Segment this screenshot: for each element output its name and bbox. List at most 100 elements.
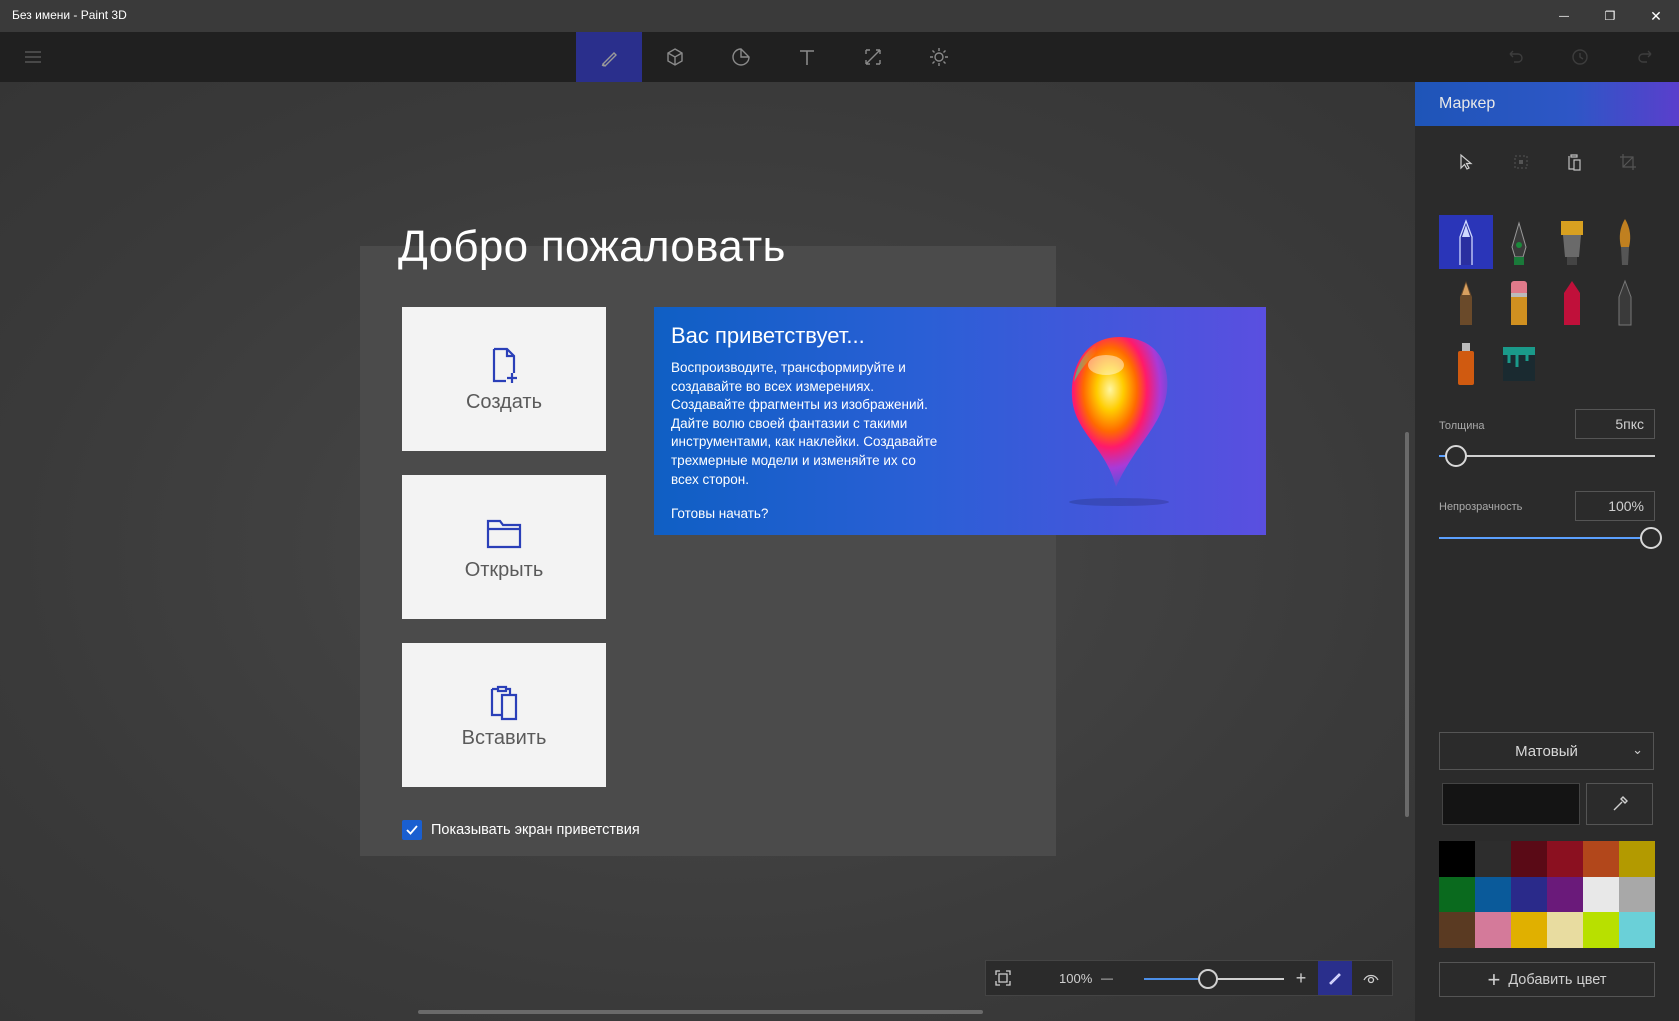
panel-header: Маркер [1415, 82, 1679, 126]
finish-dropdown[interactable]: Матовый ⌄ [1439, 732, 1654, 770]
promo-body: Воспроизводите, трансформируйте и создав… [671, 360, 938, 487]
tab-effects[interactable] [906, 32, 972, 82]
open-tile[interactable]: Открыть [402, 475, 606, 619]
palette-swatch[interactable] [1619, 876, 1655, 913]
redo-button[interactable] [1613, 32, 1679, 82]
thickness-label: Толщина [1439, 420, 1485, 432]
chevron-down-icon: ⌄ [1632, 742, 1643, 757]
canvas-icon [865, 49, 881, 65]
close-button[interactable]: ✕ [1633, 0, 1679, 32]
palette-swatch[interactable] [1583, 841, 1619, 877]
window-title: Без имени - Paint 3D [12, 8, 127, 22]
clipboard-icon [490, 685, 518, 720]
zoom-out-button[interactable]: — [1090, 961, 1124, 995]
brush-calligraphy-pen[interactable] [1492, 215, 1546, 269]
horizontal-scrollbar[interactable] [418, 1010, 983, 1014]
history-icon [1572, 49, 1588, 65]
menu-button[interactable] [0, 32, 66, 82]
create-tile[interactable]: Создать [402, 307, 606, 451]
zoom-slider-thumb[interactable] [1198, 969, 1219, 989]
brush-marker[interactable] [1439, 215, 1493, 269]
palette-swatch[interactable] [1475, 841, 1511, 877]
palette-swatch[interactable] [1475, 876, 1511, 913]
eyedropper-button[interactable] [1586, 783, 1653, 825]
marker-icon [1459, 219, 1473, 265]
thickness-slider-thumb[interactable] [1445, 445, 1468, 467]
zoom-in-button[interactable]: + [1284, 961, 1318, 995]
brush-fill[interactable] [1492, 335, 1546, 389]
palette-swatch[interactable] [1583, 876, 1619, 913]
brush-crayon[interactable] [1545, 275, 1599, 329]
oil-brush-icon [1561, 221, 1583, 265]
spray-can-icon [1458, 343, 1474, 385]
opacity-label: Непрозрачность [1439, 501, 1523, 513]
brush-pencil[interactable] [1439, 275, 1493, 329]
paint3d-logo [1069, 337, 1169, 506]
palette-swatch[interactable] [1619, 841, 1655, 877]
select-area-icon [1514, 155, 1528, 169]
fit-screen-icon [995, 970, 1011, 986]
undo-button[interactable] [1482, 32, 1548, 82]
show-welcome-option[interactable]: Показывать экран приветствия [402, 820, 640, 840]
brush-spray-can[interactable] [1439, 335, 1493, 389]
draw-mode-button[interactable] [1318, 961, 1352, 995]
view-3d-button[interactable] [1354, 961, 1388, 995]
palette-swatch[interactable] [1439, 876, 1475, 913]
palette-swatch[interactable] [1439, 841, 1475, 877]
palette-swatch[interactable] [1511, 841, 1547, 877]
tab-3d-shapes[interactable] [642, 32, 708, 82]
palette-swatch[interactable] [1511, 876, 1547, 913]
watercolor-icon [1619, 219, 1631, 265]
paste-tile[interactable]: Вставить [402, 643, 606, 787]
brush-pixel-pen[interactable] [1598, 275, 1652, 329]
thickness-slider-track[interactable] [1439, 455, 1655, 457]
thickness-input[interactable]: 5пкс [1575, 409, 1655, 439]
crop-icon [1620, 154, 1636, 170]
add-color-label: Добавить цвет [1508, 971, 1607, 988]
stickers-icon [732, 48, 750, 66]
title-bar: Без имени - Paint 3D — ❐ ✕ [0, 0, 1679, 32]
fit-to-screen-button[interactable] [986, 961, 1020, 995]
palette-swatch[interactable] [1547, 841, 1583, 877]
promo-banner[interactable]: Вас приветствует... Воспроизводите, тран… [654, 307, 1266, 535]
palette-swatch[interactable] [1583, 912, 1619, 948]
brush-eraser[interactable] [1492, 275, 1546, 329]
minimize-button[interactable]: — [1541, 0, 1587, 32]
cursor-icon [1460, 153, 1473, 170]
opacity-input[interactable]: 100% [1575, 491, 1655, 521]
palette-swatch[interactable] [1619, 912, 1655, 948]
promo-cta[interactable]: Готовы начать? [671, 506, 768, 521]
add-color-button[interactable]: + Добавить цвет [1439, 962, 1655, 997]
brush-watercolor[interactable] [1598, 215, 1652, 269]
tab-canvas[interactable] [840, 32, 906, 82]
show-welcome-checkbox[interactable] [402, 820, 422, 840]
opacity-slider-thumb[interactable] [1640, 527, 1662, 549]
paste-tool[interactable] [1556, 144, 1592, 180]
tab-text[interactable] [774, 32, 840, 82]
palette-swatch[interactable] [1547, 876, 1583, 913]
palette-swatch[interactable] [1511, 912, 1547, 948]
pen-icon [1329, 973, 1341, 985]
folder-icon [486, 519, 522, 548]
open-label: Открыть [464, 558, 544, 581]
brush-oil[interactable] [1545, 215, 1599, 269]
current-color-swatch[interactable] [1442, 783, 1580, 825]
plus-icon: + [1487, 966, 1501, 992]
hamburger-icon [25, 51, 41, 63]
vertical-scrollbar[interactable] [1405, 432, 1409, 817]
history-button[interactable] [1547, 32, 1613, 82]
palette-swatch[interactable] [1475, 912, 1511, 948]
tab-brushes[interactable] [576, 32, 642, 82]
palette-swatch[interactable] [1547, 912, 1583, 948]
select-tool[interactable] [1448, 144, 1484, 180]
panel-title: Маркер [1439, 95, 1496, 112]
restore-button[interactable]: ❐ [1587, 0, 1633, 32]
eraser-icon [1511, 281, 1527, 325]
create-label: Создать [465, 390, 542, 413]
tab-stickers[interactable] [708, 32, 774, 82]
zoom-bar: 100% — + [985, 960, 1393, 996]
palette-swatch[interactable] [1439, 912, 1475, 948]
redo-icon [1638, 50, 1652, 63]
select-area-tool[interactable] [1503, 144, 1539, 180]
crop-tool[interactable] [1610, 144, 1646, 180]
